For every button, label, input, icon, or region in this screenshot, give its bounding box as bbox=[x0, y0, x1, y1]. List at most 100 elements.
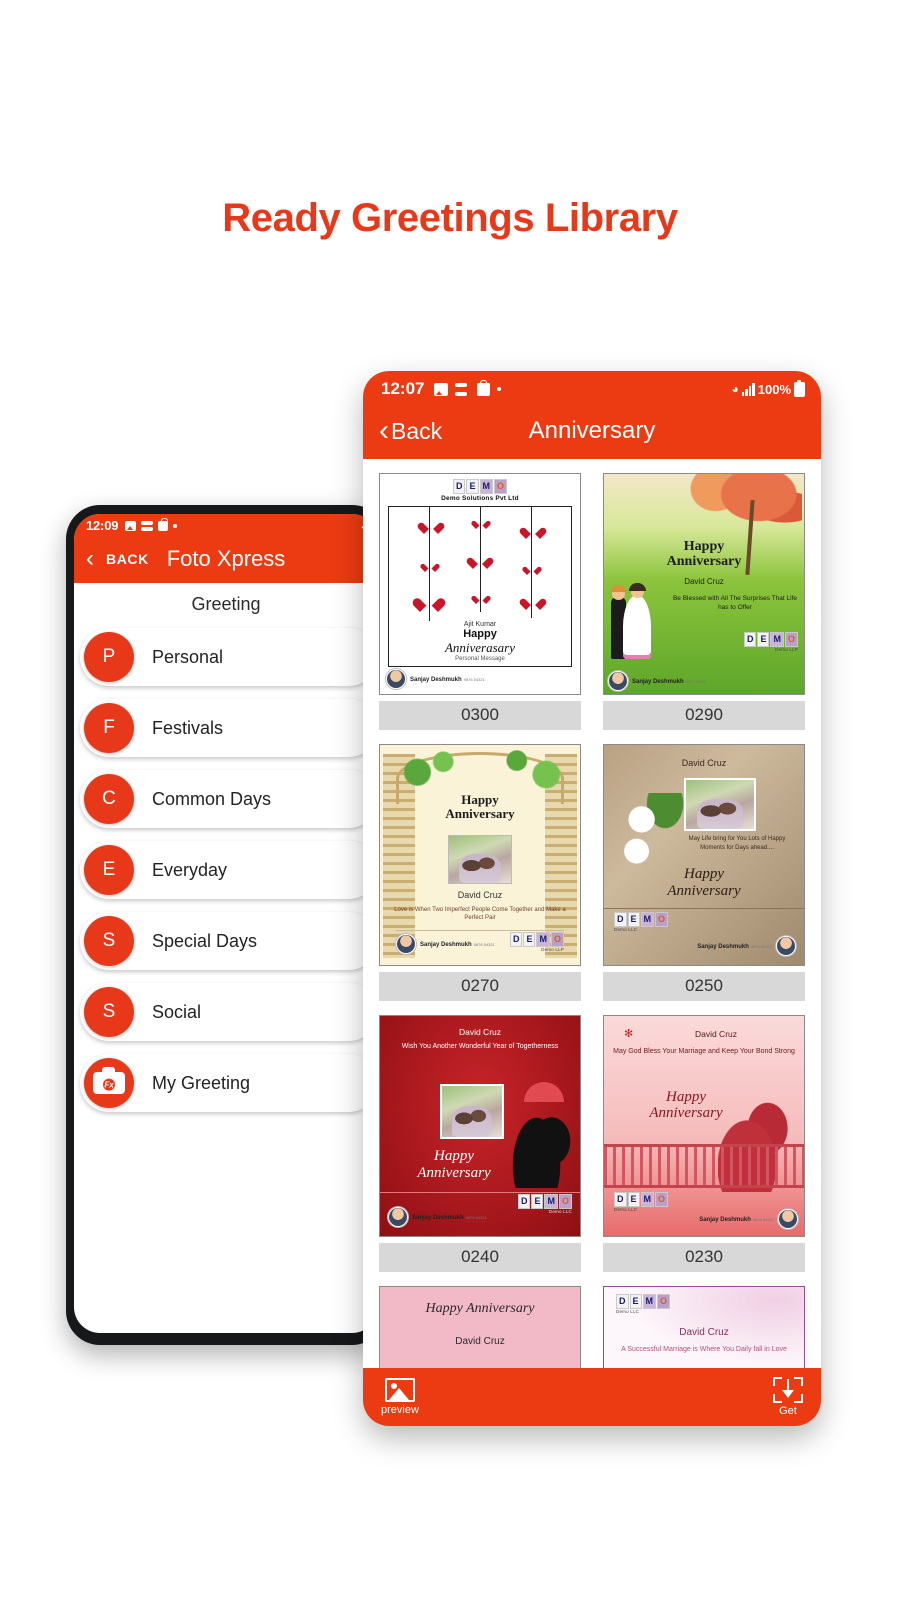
card-sender-strip: Sanjay Deshmukh 9876 54321 bbox=[699, 1209, 798, 1230]
list-item-my-greeting[interactable]: Fx My Greeting bbox=[80, 1054, 378, 1112]
list-item-label: Social bbox=[152, 1001, 202, 1022]
demo-letter-m: M bbox=[544, 1194, 558, 1210]
card-photo bbox=[684, 778, 756, 831]
greeting-card-preview[interactable]: DEMO Demo LLC David Cruz A Successful Ma… bbox=[603, 1286, 805, 1368]
card-greeting-line2: Anniversary bbox=[649, 1105, 723, 1122]
card-id-caption: 0290 bbox=[603, 701, 805, 730]
status-icon-group bbox=[125, 517, 178, 531]
front-phone-bottom-bar: preview Get bbox=[363, 1368, 821, 1426]
list-item-label: Personal bbox=[152, 646, 224, 667]
dot-icon bbox=[173, 523, 178, 528]
card-greeting: Happy Anniversary bbox=[612, 866, 796, 899]
back-chevron-icon[interactable]: ‹ bbox=[86, 547, 94, 571]
greeting-card-preview[interactable]: David Cruz May Life bring for You Lots o… bbox=[603, 744, 805, 966]
card-cell-0290[interactable]: Happy Anniversary David Cruz Be Blessed … bbox=[603, 473, 805, 730]
greeting-category-list: P Personal F Festivals C Common Days E E… bbox=[74, 624, 378, 1112]
demo-letter-o: O bbox=[655, 912, 669, 928]
back-button-label[interactable]: Back bbox=[391, 418, 442, 445]
list-item-common-days[interactable]: C Common Days bbox=[80, 770, 378, 828]
card-message: A Successful Marriage is Where You Daily… bbox=[621, 1345, 787, 1353]
card-greeting: Happy Anniversary bbox=[380, 793, 580, 820]
card-sender-meta: 9876 54321 bbox=[463, 676, 485, 682]
get-button-label: Get bbox=[779, 1405, 797, 1417]
card-message: Wish You Another Wonderful Year of Toget… bbox=[401, 1043, 559, 1051]
card-sender-name: Sanjay Deshmukh bbox=[699, 1216, 751, 1223]
card-brand-block: DEMO Demo LLP bbox=[743, 632, 798, 652]
card-cell-partial-2[interactable]: DEMO Demo LLC David Cruz A Successful Ma… bbox=[603, 1286, 805, 1368]
camera-fx-icon: Fx bbox=[84, 1058, 134, 1108]
card-recipient-name: Ajit Kumar bbox=[463, 621, 497, 628]
card-cell-0250[interactable]: David Cruz May Life bring for You Lots o… bbox=[603, 744, 805, 1001]
back-button-label[interactable]: BACK bbox=[106, 551, 149, 567]
demo-badge: DEMO bbox=[614, 912, 669, 928]
avatar: F bbox=[84, 703, 134, 753]
card-greeting-line1: Happy bbox=[683, 539, 725, 554]
card-sender-meta: 9876 54321 bbox=[750, 943, 772, 949]
avatar bbox=[608, 671, 628, 691]
divider bbox=[604, 907, 804, 909]
card-greeting-line1: Happy bbox=[434, 1148, 474, 1164]
list-item-personal[interactable]: P Personal bbox=[80, 628, 378, 686]
card-brand-sub: Demo LLC bbox=[614, 1207, 638, 1212]
card-cell-0270[interactable]: Happy Anniversary David Cruz Love is Whe… bbox=[379, 744, 581, 1001]
get-button[interactable]: Get bbox=[773, 1377, 803, 1417]
card-greeting: Happy Anniversary bbox=[610, 1089, 762, 1122]
card-sender-meta: 9876 54321 bbox=[685, 678, 707, 684]
avatar bbox=[778, 1209, 798, 1230]
card-recipient-name: David Cruz bbox=[694, 1029, 738, 1040]
back-chevron-icon[interactable]: ‹ bbox=[379, 416, 389, 446]
greeting-card-preview[interactable]: ✻ David Cruz May God Bless Your Marriage… bbox=[603, 1015, 805, 1237]
demo-letter-o: O bbox=[550, 932, 564, 947]
card-sender-name: Sanjay Deshmukh bbox=[697, 943, 749, 950]
card-photo bbox=[440, 1084, 504, 1140]
card-sender-meta: 9876 54321 bbox=[473, 941, 495, 947]
card-sender-strip: Sanjay Deshmukh 9876 54321 bbox=[608, 671, 707, 691]
demo-letter-e: E bbox=[629, 1294, 642, 1310]
greeting-card-preview[interactable]: David Cruz Wish You Another Wonderful Ye… bbox=[379, 1015, 581, 1237]
card-cell-0240[interactable]: David Cruz Wish You Another Wonderful Ye… bbox=[379, 1015, 581, 1272]
camera-lens-icon: Fx bbox=[101, 1076, 117, 1093]
card-sender-strip: Sanjay Deshmukh 9876 54321 bbox=[386, 669, 574, 689]
demo-letter-o: O bbox=[494, 479, 508, 494]
card-message: May God Bless Your Marriage and Keep You… bbox=[613, 1047, 795, 1055]
card-brand-sub: Demo LLC bbox=[616, 1309, 640, 1315]
card-brand-sub: Demo LLP bbox=[541, 947, 564, 952]
card-cell-0230[interactable]: ✻ David Cruz May God Bless Your Marriage… bbox=[603, 1015, 805, 1272]
card-sender-strip: Sanjay Deshmukh 9876 54321 bbox=[697, 936, 796, 957]
greeting-card-preview[interactable]: Happy Anniversary David Cruz bbox=[379, 1286, 581, 1368]
list-item-social[interactable]: S Social bbox=[80, 983, 378, 1041]
card-sender-meta: 9876 54321 bbox=[752, 1216, 774, 1222]
card-id-caption: 0270 bbox=[379, 972, 581, 1001]
greeting-card-grid-container[interactable]: DEMO Demo Solutions Pvt Ltd Ajit Kumar H… bbox=[363, 459, 821, 1368]
card-message: Personal Message bbox=[455, 656, 505, 662]
download-icon bbox=[773, 1377, 803, 1403]
demo-letter-m: M bbox=[640, 1192, 655, 1207]
avatar bbox=[386, 669, 406, 689]
card-greeting-line1: Happy bbox=[666, 1088, 706, 1105]
list-item-special-days[interactable]: S Special Days bbox=[80, 912, 378, 970]
demo-letter-e: E bbox=[466, 479, 479, 494]
card-recipient-name: David Cruz bbox=[455, 1335, 505, 1347]
card-cell-0300[interactable]: DEMO Demo Solutions Pvt Ltd Ajit Kumar H… bbox=[379, 473, 581, 730]
greeting-card-preview[interactable]: DEMO Demo Solutions Pvt Ltd Ajit Kumar H… bbox=[379, 473, 581, 695]
card-id-caption: 0250 bbox=[603, 972, 805, 1001]
card-greeting-line2: Anniversary bbox=[417, 1164, 491, 1181]
card-sender-name: Sanjay Deshmukh bbox=[632, 678, 684, 685]
avatar: S bbox=[84, 916, 134, 966]
card-brand-block: DEMO Demo LLC bbox=[616, 1294, 671, 1315]
back-phone-screen: 12:09 ◕ ‹ BACK Foto Xpress Greeting bbox=[74, 514, 378, 1333]
preview-button[interactable]: preview bbox=[381, 1378, 419, 1416]
front-phone-app-header: ‹ Back Anniversary bbox=[363, 403, 821, 459]
card-id-caption: 0230 bbox=[603, 1243, 805, 1272]
greeting-card-preview[interactable]: Happy Anniversary David Cruz Be Blessed … bbox=[603, 473, 805, 695]
greeting-card-preview[interactable]: Happy Anniversary David Cruz Love is Whe… bbox=[379, 744, 581, 966]
list-item-everyday[interactable]: E Everyday bbox=[80, 841, 378, 899]
greeting-card-grid: DEMO Demo Solutions Pvt Ltd Ajit Kumar H… bbox=[379, 473, 805, 1368]
divider bbox=[396, 929, 564, 931]
bag-icon bbox=[477, 379, 491, 396]
stack-icon bbox=[141, 520, 154, 531]
back-phone-device: 12:09 ◕ ‹ BACK Foto Xpress Greeting bbox=[66, 505, 386, 1345]
card-greeting-line2: Anniversary bbox=[667, 882, 741, 899]
list-item-festivals[interactable]: F Festivals bbox=[80, 699, 378, 757]
card-cell-partial-1[interactable]: Happy Anniversary David Cruz bbox=[379, 1286, 581, 1368]
